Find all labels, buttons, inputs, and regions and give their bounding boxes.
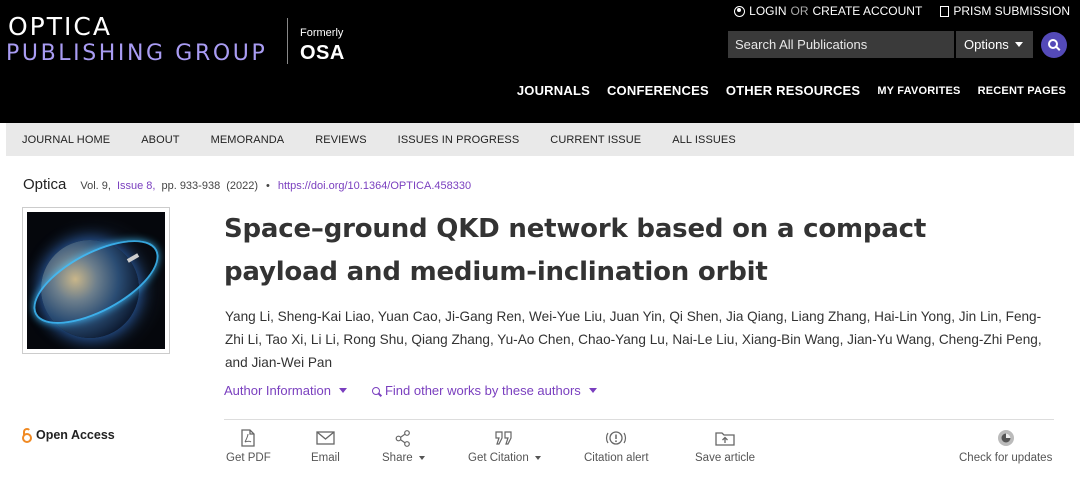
open-lock-icon — [22, 428, 32, 443]
citation-alert-button[interactable]: Citation alert — [584, 428, 649, 464]
share-label: Share — [382, 452, 413, 464]
osa-logo: OSA — [300, 42, 345, 64]
journal-nav-memoranda[interactable]: MEMORANDA — [211, 134, 285, 146]
author-information-toggle[interactable]: Author Information — [224, 383, 347, 398]
chevron-down-icon — [1014, 42, 1023, 47]
document-icon — [940, 5, 950, 17]
nav-my-favorites[interactable]: MY FAVORITES — [877, 85, 960, 97]
save-article-label: Save article — [695, 452, 756, 464]
volume: Vol. 9, — [80, 180, 111, 192]
envelope-icon — [316, 428, 335, 448]
pdf-icon — [241, 428, 256, 448]
crossmark-icon — [997, 428, 1015, 448]
get-pdf-label: Get PDF — [226, 452, 271, 464]
main-nav: JOURNALS CONFERENCES OTHER RESOURCES MY … — [517, 83, 1066, 98]
open-access-label: Open Access — [36, 428, 115, 442]
user-icon — [734, 5, 746, 17]
logo-optica[interactable]: OPTICA — [8, 14, 112, 40]
open-access-badge: Open Access — [22, 428, 115, 443]
alert-icon — [604, 428, 628, 448]
citation-alert-label: Citation alert — [584, 452, 649, 464]
logo-publishing-group[interactable]: PUBLISHING GROUP — [6, 42, 267, 66]
search-options-button[interactable]: Options — [956, 31, 1033, 58]
login-link[interactable]: LOGIN OR CREATE ACCOUNT — [734, 4, 922, 18]
find-other-works-label: Find other works by these authors — [384, 383, 581, 398]
get-pdf-button[interactable]: Get PDF — [226, 428, 271, 464]
email-button[interactable]: Email — [311, 428, 340, 464]
journal-nav-current-issue[interactable]: CURRENT ISSUE — [550, 134, 641, 146]
prism-submission-link[interactable]: PRISM SUBMISSION — [940, 4, 1070, 18]
journal-nav-all-issues[interactable]: ALL ISSUES — [672, 134, 736, 146]
journal-nav-about[interactable]: ABOUT — [141, 134, 179, 146]
article-title: Space–ground QKD network based on a comp… — [224, 214, 927, 287]
nav-conferences[interactable]: CONFERENCES — [607, 83, 709, 98]
share-icon — [395, 428, 411, 448]
chevron-down-icon — [534, 456, 541, 460]
chevron-down-icon — [588, 388, 597, 393]
check-for-updates-button[interactable]: Check for updates — [959, 428, 1052, 464]
quote-icon — [494, 428, 514, 448]
divider — [224, 419, 1054, 420]
chevron-down-icon — [338, 388, 347, 393]
journal-nav: JOURNAL HOME ABOUT MEMORANDA REVIEWS ISS… — [6, 123, 1074, 156]
get-citation-button[interactable]: Get Citation — [468, 428, 541, 464]
journal-nav-reviews[interactable]: REVIEWS — [315, 134, 366, 146]
nav-other-resources[interactable]: OTHER RESOURCES — [726, 83, 860, 98]
year: (2022) — [226, 180, 258, 192]
create-account-link[interactable]: CREATE ACCOUNT — [813, 4, 923, 18]
author-information-label: Author Information — [224, 383, 331, 398]
bullet-separator: • — [265, 180, 270, 192]
journal-nav-issues-in-progress[interactable]: ISSUES IN PROGRESS — [398, 134, 520, 146]
options-label: Options — [964, 37, 1009, 52]
prism-label[interactable]: PRISM SUBMISSION — [953, 4, 1070, 18]
folder-upload-icon — [715, 428, 735, 448]
search-icon — [371, 386, 380, 395]
save-article-button[interactable]: Save article — [695, 428, 755, 464]
or-label: OR — [790, 4, 809, 18]
issue-cover-image[interactable] — [22, 207, 170, 354]
nav-recent-pages[interactable]: RECENT PAGES — [978, 85, 1066, 97]
pages: pp. 933-938 — [161, 180, 221, 192]
email-label: Email — [311, 452, 340, 464]
journal-nav-home[interactable]: JOURNAL HOME — [22, 134, 110, 146]
login-label[interactable]: LOGIN — [749, 4, 786, 18]
issue-link[interactable]: Issue 8, — [117, 180, 156, 192]
chevron-down-icon — [418, 456, 425, 460]
search-button[interactable] — [1041, 32, 1067, 58]
doi-link[interactable]: https://doi.org/10.1364/OPTICA.458330 — [278, 180, 471, 192]
account-links: LOGIN OR CREATE ACCOUNT PRISM SUBMISSION — [734, 4, 1070, 18]
journal-name[interactable]: Optica — [23, 176, 66, 193]
search-icon — [1048, 39, 1058, 49]
get-citation-label: Get Citation — [468, 452, 529, 464]
formerly-label: Formerly — [300, 27, 344, 39]
author-links: Author Information Find other works by t… — [224, 383, 597, 398]
citation-line: Optica Vol. 9, Issue 8, pp. 933-938 (202… — [23, 176, 471, 193]
check-for-updates-label: Check for updates — [959, 452, 1053, 464]
site-header: OPTICA PUBLISHING GROUP Formerly OSA LOG… — [0, 0, 1080, 123]
author-list[interactable]: Yang Li, Sheng-Kai Liao, Yuan Cao, Ji-Ga… — [225, 305, 1055, 374]
nav-journals[interactable]: JOURNALS — [517, 83, 590, 98]
cover-artwork — [27, 212, 165, 349]
find-other-works-toggle[interactable]: Find other works by these authors — [371, 383, 597, 398]
search-input[interactable]: Search All Publications — [728, 31, 954, 58]
logo-divider — [287, 18, 288, 64]
share-button[interactable]: Share — [382, 428, 425, 464]
